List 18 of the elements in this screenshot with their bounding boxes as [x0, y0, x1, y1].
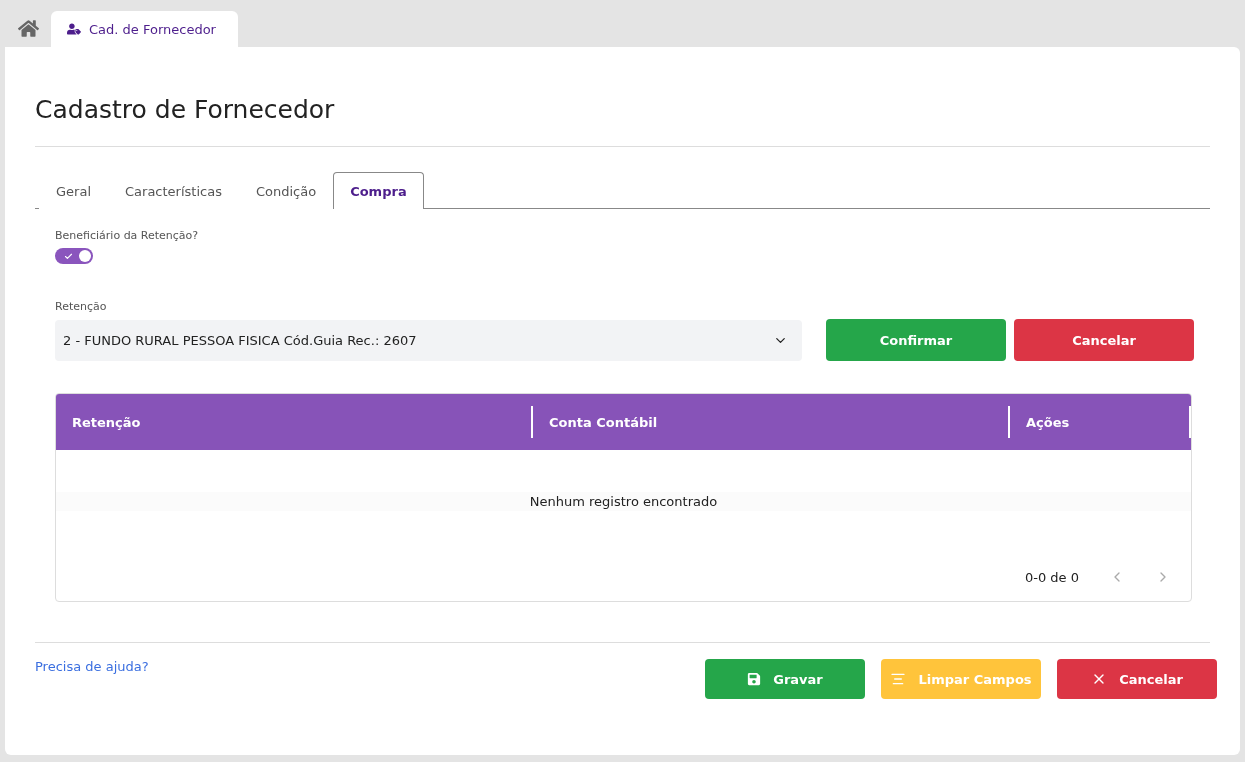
- page-title: Cadastro de Fornecedor: [35, 94, 336, 126]
- field-label: Retenção: [55, 300, 108, 313]
- toggle-label: Beneficiário da Retenção?: [55, 229, 200, 242]
- help-link[interactable]: Precisa de ajuda?: [35, 659, 149, 674]
- column-header: Ações: [1010, 406, 1191, 438]
- column-header: Conta Contábil: [533, 406, 1010, 438]
- tab[interactable]: Compra: [333, 172, 424, 209]
- empty-message: Nenhum registro encontrado: [56, 492, 1191, 511]
- lines-icon: [890, 671, 907, 687]
- column-header: Retenção: [56, 406, 533, 438]
- check-icon: [64, 251, 73, 261]
- user-list-icon: [67, 22, 81, 36]
- toggle-switch[interactable]: [55, 248, 93, 264]
- pagination-text: 0-0 de 0: [1024, 569, 1079, 585]
- select-field[interactable]: 2 - FUNDO RURAL PESSOA FISICA Cód.Guia Rec.: 2607: [55, 319, 802, 361]
- cancel-button[interactable]: Cancelar: [1057, 659, 1217, 699]
- page-tab[interactable]: Cad. de Fornecedor: [51, 11, 238, 47]
- cancel-button[interactable]: Cancelar: [1014, 319, 1194, 361]
